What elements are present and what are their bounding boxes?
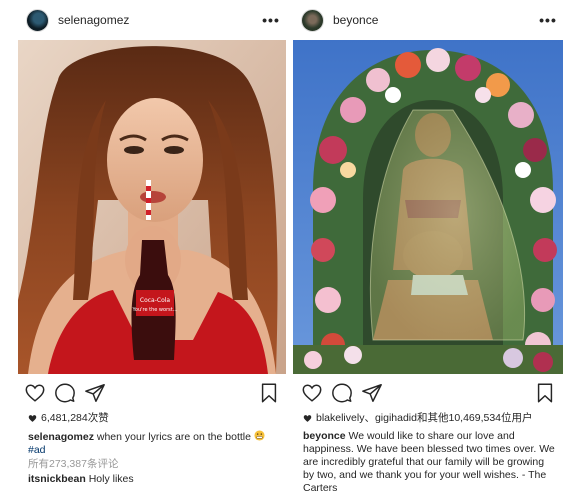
username[interactable]: beyonce: [333, 13, 537, 27]
post-selenagomez: selenagomez ••• Coca-Cola You're the wor…: [18, 0, 286, 498]
avatar[interactable]: [301, 8, 324, 32]
share-icon[interactable]: [361, 382, 383, 404]
more-icon[interactable]: •••: [260, 13, 282, 27]
post-image[interactable]: [293, 40, 563, 374]
more-icon[interactable]: •••: [537, 13, 559, 27]
caption-username[interactable]: beyonce: [303, 430, 346, 442]
comment-item: itsnickbean Holy likes: [28, 473, 280, 486]
post-header: beyonce •••: [293, 0, 563, 40]
likes-count[interactable]: 6,481,284次赞: [41, 412, 109, 425]
username[interactable]: selenagomez: [58, 13, 260, 27]
likes-row: blakelively、gigihadid和其他10,469,534位用户: [303, 412, 557, 425]
comment-icon[interactable]: [331, 382, 353, 404]
likes-row: 6,481,284次赞: [28, 412, 280, 425]
share-icon[interactable]: [84, 382, 106, 404]
action-bar: [18, 380, 286, 406]
caption-text: when your lyrics are on the bottle: [93, 431, 254, 443]
post-meta: blakelively、gigihadid和其他10,469,534位用户 be…: [303, 412, 557, 495]
view-all-comments-link[interactable]: 所有273,387条评论: [28, 458, 280, 471]
bookmark-icon[interactable]: [534, 382, 556, 404]
bottle-label-brand: Coca-Cola: [140, 297, 171, 304]
avatar[interactable]: [26, 8, 49, 32]
caption-username[interactable]: selenagomez: [28, 431, 94, 443]
comment-text: Holy likes: [85, 473, 134, 485]
comment-icon[interactable]: [54, 382, 76, 404]
post-image[interactable]: Coca-Cola You're the worst...: [18, 40, 286, 374]
heart-icon[interactable]: [24, 382, 46, 404]
bottle-label-text: You're the worst...: [132, 307, 178, 313]
action-bar: [293, 380, 563, 406]
post-beyonce: beyonce ••• blakelively、gigihadid和其他10,4…: [293, 0, 563, 498]
post-meta: 6,481,284次赞 selenagomez when your lyrics…: [28, 412, 280, 486]
caption: selenagomez when your lyrics are on the …: [28, 430, 280, 457]
likes-count[interactable]: blakelively、gigihadid和其他10,469,534位用户: [316, 412, 533, 425]
heart-icon[interactable]: [301, 382, 323, 404]
comment-username[interactable]: itsnickbean: [28, 473, 86, 485]
post-header: selenagomez •••: [18, 0, 286, 40]
heart-icon: [303, 415, 312, 422]
heart-icon: [28, 415, 37, 422]
caption: beyonce We would like to share our love …: [303, 430, 557, 495]
bookmark-icon[interactable]: [258, 382, 280, 404]
grimace-emoji-icon: [254, 430, 265, 441]
hashtag-link[interactable]: #ad: [28, 444, 280, 457]
